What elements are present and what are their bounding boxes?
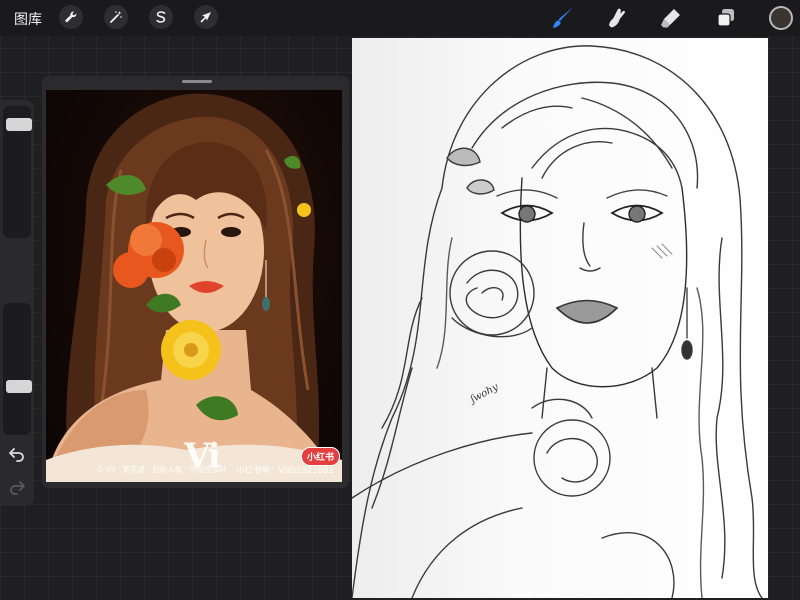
- eraser-icon: [661, 9, 680, 28]
- top-toolbar: 图库: [0, 0, 800, 36]
- watermark-caption: © VII · 繁花语 · 别默人像 · 你值全部好: [96, 465, 227, 474]
- opacity-slider-thumb[interactable]: [6, 380, 32, 394]
- brush-tool-button[interactable]: [548, 3, 578, 33]
- left-sidebar: [0, 100, 34, 506]
- undo-icon[interactable]: [8, 446, 26, 462]
- selection-button[interactable]: [149, 5, 173, 29]
- reference-drag-handle[interactable]: [182, 80, 212, 83]
- transform-button[interactable]: [194, 5, 218, 29]
- reference-window[interactable]: Vi 小红书 © VII · 繁花语 · 别默人像 · 你值全部好 小红书号：V…: [42, 76, 349, 488]
- magic-wand-icon: [110, 11, 122, 23]
- opacity-slider[interactable]: [3, 303, 32, 435]
- layers-button[interactable]: [711, 3, 741, 33]
- watermark-code: 小红书号：VIIG2021082: [236, 466, 334, 476]
- drawing-canvas[interactable]: ʃwohy: [352, 38, 768, 598]
- eraser-tool-button[interactable]: [656, 3, 686, 33]
- transform-arrow-icon: [200, 12, 211, 23]
- layers-icon: [717, 9, 734, 27]
- line-art-sketch: [352, 45, 763, 598]
- actions-wrench-button[interactable]: [59, 5, 83, 29]
- smudge-tool-button[interactable]: [602, 3, 632, 33]
- color-picker-button[interactable]: [769, 6, 793, 30]
- brush-size-slider-thumb[interactable]: [6, 117, 32, 131]
- selection-s-icon: [156, 11, 166, 23]
- reference-photo: Vi 小红书 © VII · 繁花语 · 别默人像 · 你值全部好 小红书号：V…: [46, 90, 342, 482]
- brush-size-slider[interactable]: [3, 106, 32, 238]
- adjustments-button[interactable]: [104, 5, 128, 29]
- smudge-icon: [609, 8, 625, 28]
- brush-icon: [553, 7, 573, 28]
- gallery-button[interactable]: 图库: [14, 9, 42, 29]
- portrait-illustration: [46, 93, 342, 482]
- wrench-icon: [65, 11, 77, 23]
- redo-icon[interactable]: [8, 479, 26, 495]
